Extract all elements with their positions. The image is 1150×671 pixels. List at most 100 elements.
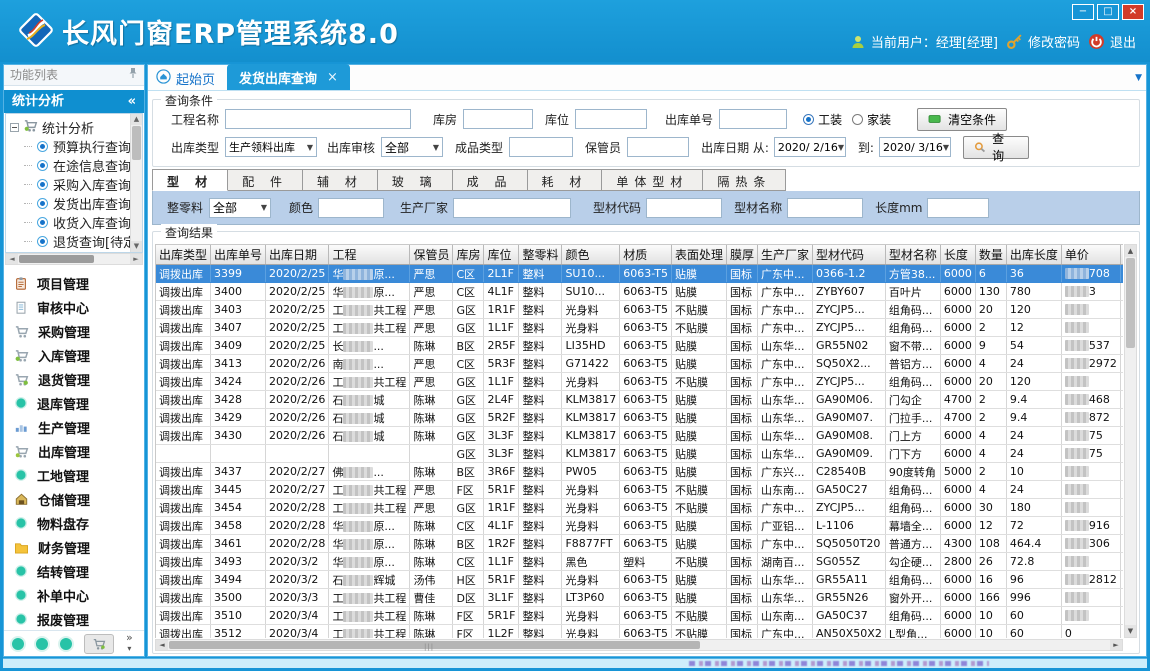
- sidebar-group[interactable]: 审核中心: [14, 295, 142, 319]
- pin-icon[interactable]: [128, 65, 138, 85]
- warehouse-input[interactable]: [463, 109, 533, 129]
- scroll-right-icon[interactable]: ►: [130, 254, 142, 264]
- material-tab[interactable]: 耗 材: [528, 169, 603, 191]
- profile-name-input[interactable]: [787, 198, 863, 218]
- table-column-header[interactable]: 材质: [620, 245, 672, 265]
- table-row[interactable]: 调拨出库34002020/2/25华原...严思C区4L1F整料SU10...6…: [156, 283, 1123, 301]
- table-column-header[interactable]: 型材代码: [813, 245, 886, 265]
- manufacturer-input[interactable]: [453, 198, 571, 218]
- tree-item[interactable]: 退货查询[待定]: [10, 232, 128, 251]
- clear-conditions-button[interactable]: 清空条件: [917, 108, 1007, 131]
- location-input[interactable]: [575, 109, 647, 129]
- sidebar-group[interactable]: 工地管理: [14, 463, 142, 487]
- sidebar-group[interactable]: 报废管理: [14, 607, 142, 631]
- tree-horizontal-scrollbar[interactable]: ◄ ►: [5, 253, 143, 265]
- table-row[interactable]: 调拨出库35122020/3/4工共工程陈琳F区1L2F整料光身料6063-T5…: [156, 625, 1123, 639]
- tab-list-dropdown-icon[interactable]: ▼: [1135, 73, 1142, 83]
- tree-root[interactable]: 统计分析: [10, 117, 128, 137]
- table-row[interactable]: 调拨出库34582020/2/28华原...陈琳C区4L1F整料光身料6063-…: [156, 517, 1123, 535]
- minimize-button[interactable]: −: [1072, 4, 1094, 20]
- section-header[interactable]: 统计分析 «: [4, 90, 144, 113]
- table-column-header[interactable]: 型材名称: [885, 245, 940, 265]
- table-horizontal-scrollbar[interactable]: ◄ ||| ►: [155, 639, 1123, 651]
- audit-select[interactable]: 全部▼: [381, 137, 443, 157]
- table-row[interactable]: 调拨出库34092020/2/25长...陈琳B区2R5F整料LI35HD606…: [156, 337, 1123, 355]
- table-row[interactable]: 调拨出库34612020/2/28华原...陈琳B区1R2F整料F8877FT6…: [156, 535, 1123, 553]
- table-row[interactable]: 调拨出库34072020/2/25工共工程严思G区1L1F整料光身料6063-T…: [156, 319, 1123, 337]
- table-row[interactable]: 调拨出库34932020/3/2华原...陈琳C区1L1F整料黑色塑料不贴膜国标…: [156, 553, 1123, 571]
- table-row[interactable]: 调拨出库33992020/2/25华原...严思C区2L1F整料SU10...6…: [156, 265, 1123, 283]
- table-row[interactable]: 调拨出库34542020/2/28工共工程严思G区1R1F整料光身料6063-T…: [156, 499, 1123, 517]
- maximize-button[interactable]: □: [1097, 4, 1119, 20]
- material-tab[interactable]: 型 材: [152, 169, 228, 191]
- out-type-select[interactable]: 生产领料出库▼: [225, 137, 317, 157]
- tab-close-icon[interactable]: ×: [327, 70, 338, 85]
- table-column-header[interactable]: 金: [1120, 245, 1123, 265]
- sidebar-group[interactable]: 出库管理: [14, 439, 142, 463]
- table-row[interactable]: 调拨出库34452020/2/27工共工程严思F区5R1F整料光身料6063-T…: [156, 481, 1123, 499]
- table-column-header[interactable]: 表面处理: [671, 245, 726, 265]
- search-button[interactable]: 查 询: [963, 136, 1029, 159]
- material-tab[interactable]: 辅 材: [303, 169, 378, 191]
- table-column-header[interactable]: 颜色: [562, 245, 620, 265]
- table-row[interactable]: 调拨出库35102020/3/4工共工程陈琳F区5R1F整料光身料6063-T5…: [156, 607, 1123, 625]
- order-no-input[interactable]: [719, 109, 787, 129]
- footer-cart-button[interactable]: [84, 634, 114, 654]
- table-row[interactable]: 调拨出库35002020/3/3工共工程曹佳D区3L1F整料LT3P606063…: [156, 589, 1123, 607]
- material-tab[interactable]: 隔热条: [703, 169, 786, 191]
- tree-item[interactable]: 采购入库查询: [10, 175, 128, 194]
- table-row[interactable]: 调拨出库34132020/2/26南...严思C区5R3F整料G71422606…: [156, 355, 1123, 373]
- product-type-input[interactable]: [509, 137, 573, 157]
- date-from-select[interactable]: 2020/ 2/16▼: [774, 137, 846, 157]
- length-input[interactable]: [927, 198, 989, 218]
- scroll-up-icon[interactable]: ▲: [131, 114, 142, 125]
- profile-code-input[interactable]: [646, 198, 722, 218]
- table-row[interactable]: G区3L3F整料KLM38176063-T5贴膜国标山东华...GA90M09.…: [156, 445, 1123, 463]
- scroll-up-icon[interactable]: ▲: [1125, 245, 1136, 257]
- sidebar-group[interactable]: 采购管理: [14, 319, 142, 343]
- sidebar-group[interactable]: 仓储管理: [14, 487, 142, 511]
- tab-shipping-outbound-query[interactable]: 发货出库查询 ×: [227, 64, 350, 90]
- table-column-header[interactable]: 库房: [453, 245, 484, 265]
- tree-item[interactable]: 预算执行查询: [10, 137, 128, 156]
- table-column-header[interactable]: 保管员: [410, 245, 453, 265]
- keeper-input[interactable]: [627, 137, 689, 157]
- tab-home[interactable]: 起始页: [148, 66, 227, 90]
- table-vertical-scrollbar[interactable]: ▲ ▼: [1124, 244, 1137, 638]
- sidebar-group[interactable]: 入库管理: [14, 343, 142, 367]
- table-column-header[interactable]: 库位: [484, 245, 519, 265]
- table-column-header[interactable]: 出库长度: [1006, 245, 1061, 265]
- tree-item[interactable]: 在途信息查询[待: [10, 156, 128, 175]
- configure-buttons-icon[interactable]: »▾: [126, 633, 133, 654]
- sidebar-group[interactable]: 补单中心: [14, 583, 142, 607]
- tree-scroll-thumb[interactable]: [132, 126, 141, 160]
- sidebar-group[interactable]: 结转管理: [14, 559, 142, 583]
- table-row[interactable]: 调拨出库34282020/2/26石城陈琳G区2L4F整料KLM38176063…: [156, 391, 1123, 409]
- tree-vertical-scrollbar[interactable]: ▲ ▼: [130, 114, 142, 252]
- footer-dot-icon[interactable]: [36, 638, 48, 650]
- tree-item[interactable]: 发货出库查询: [10, 194, 128, 213]
- date-to-select[interactable]: 2020/ 3/16▼: [879, 137, 951, 157]
- table-row[interactable]: 调拨出库34302020/2/26石城陈琳G区3L3F整料KLM38176063…: [156, 427, 1123, 445]
- scroll-left-icon[interactable]: ◄: [156, 640, 168, 650]
- table-row[interactable]: 调拨出库34032020/2/25工共工程严思G区1R1F整料光身料6063-T…: [156, 301, 1123, 319]
- project-name-input[interactable]: [225, 109, 411, 129]
- radio-home-decor[interactable]: 家装: [852, 111, 891, 128]
- sidebar-group[interactable]: 财务管理: [14, 535, 142, 559]
- table-column-header[interactable]: 单价: [1061, 245, 1120, 265]
- sidebar-group[interactable]: 生产管理: [14, 415, 142, 439]
- table-vscroll-thumb[interactable]: [1126, 258, 1135, 348]
- sidebar-group[interactable]: 退货管理: [14, 367, 142, 391]
- whole-part-select[interactable]: 全部▼: [209, 198, 271, 218]
- change-password-button[interactable]: 修改密码: [1006, 32, 1080, 51]
- table-row[interactable]: 调拨出库34372020/2/27佛...陈琳B区3R6F整料PW056063-…: [156, 463, 1123, 481]
- material-tab[interactable]: 成 品: [453, 169, 528, 191]
- sidebar-group[interactable]: 物料盘存: [14, 511, 142, 535]
- table-row[interactable]: 调拨出库34942020/3/2石辉城汤伟H区5R1F整料光身料6063-T5贴…: [156, 571, 1123, 589]
- table-column-header[interactable]: 工程: [329, 245, 410, 265]
- table-column-header[interactable]: 数量: [975, 245, 1006, 265]
- table-column-header[interactable]: 生产厂家: [757, 245, 812, 265]
- table-column-header[interactable]: 出库类型: [156, 245, 211, 265]
- tree-item[interactable]: 收货入库查询: [10, 213, 128, 232]
- radio-industrial[interactable]: 工装: [803, 111, 842, 128]
